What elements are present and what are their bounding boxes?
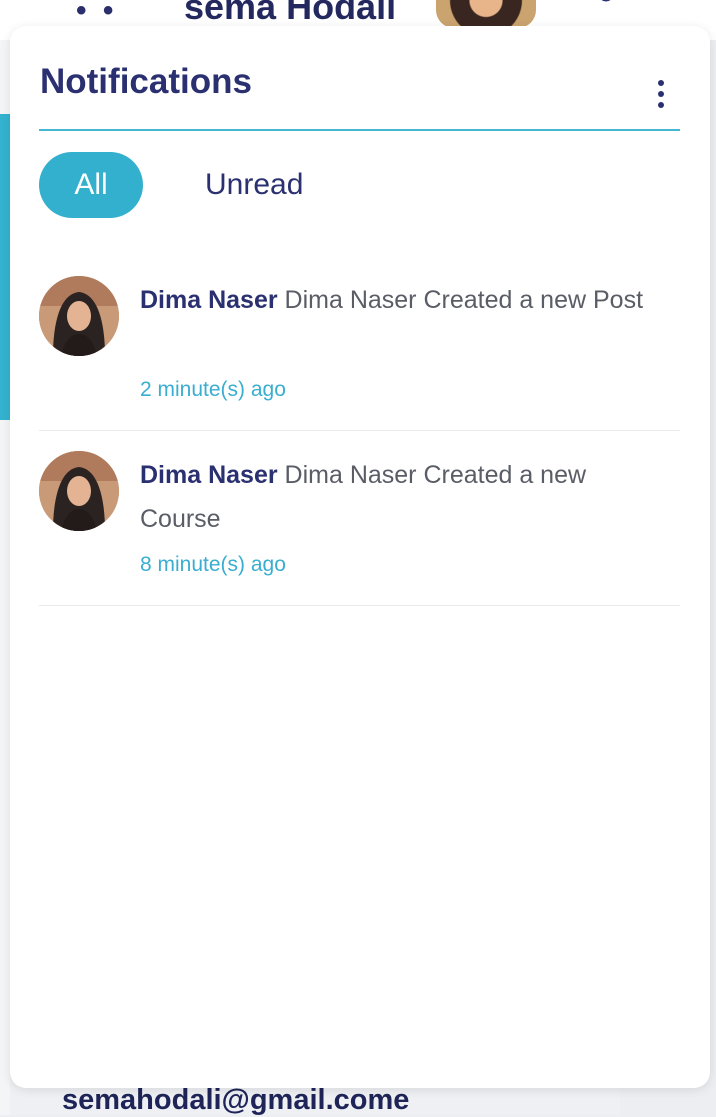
menu-dot	[658, 91, 664, 97]
notification-actor: Dima Naser	[140, 461, 278, 489]
notification-time: 8 minute(s) ago	[140, 553, 286, 576]
notifications-panel: Notifications All Unread Dima Naser Dima…	[10, 26, 710, 1088]
notification-time: 2 minute(s) ago	[140, 378, 286, 401]
avatar-photo	[39, 276, 119, 356]
user-email: semahodali@gmail.come	[62, 1084, 410, 1116]
menu-dot	[658, 102, 664, 108]
notification-text: Dima Naser Dima Naser Created a new Post	[140, 278, 670, 322]
tab-all[interactable]: All	[39, 152, 143, 218]
header-username[interactable]: sema Hodali	[184, 0, 396, 28]
header-avatar[interactable]	[436, 0, 536, 28]
background-accent-bar	[0, 114, 10, 420]
notification-actor: Dima Naser	[140, 286, 278, 314]
avatar	[39, 451, 119, 531]
menu-dot	[658, 80, 664, 86]
settings-icon[interactable]	[586, 0, 626, 12]
title-divider	[39, 129, 680, 131]
notification-text: Dima Naser Dima Naser Created a new Cour…	[140, 453, 670, 541]
more-dots-icon[interactable]: • •	[76, 0, 117, 28]
panel-title: Notifications	[40, 62, 252, 101]
notification-item[interactable]: Dima Naser Dima Naser Created a new Post…	[39, 256, 680, 431]
notification-message: Dima Naser Created a new Post	[284, 286, 644, 314]
tab-unread[interactable]: Unread	[205, 152, 303, 218]
vertical-dots-icon[interactable]	[648, 74, 674, 114]
avatar-photo	[39, 451, 119, 531]
avatar	[39, 276, 119, 356]
notification-item[interactable]: Dima Naser Dima Naser Created a new Cour…	[39, 431, 680, 606]
notification-list: Dima Naser Dima Naser Created a new Post…	[39, 256, 680, 606]
notification-tabs: All Unread	[39, 152, 303, 218]
